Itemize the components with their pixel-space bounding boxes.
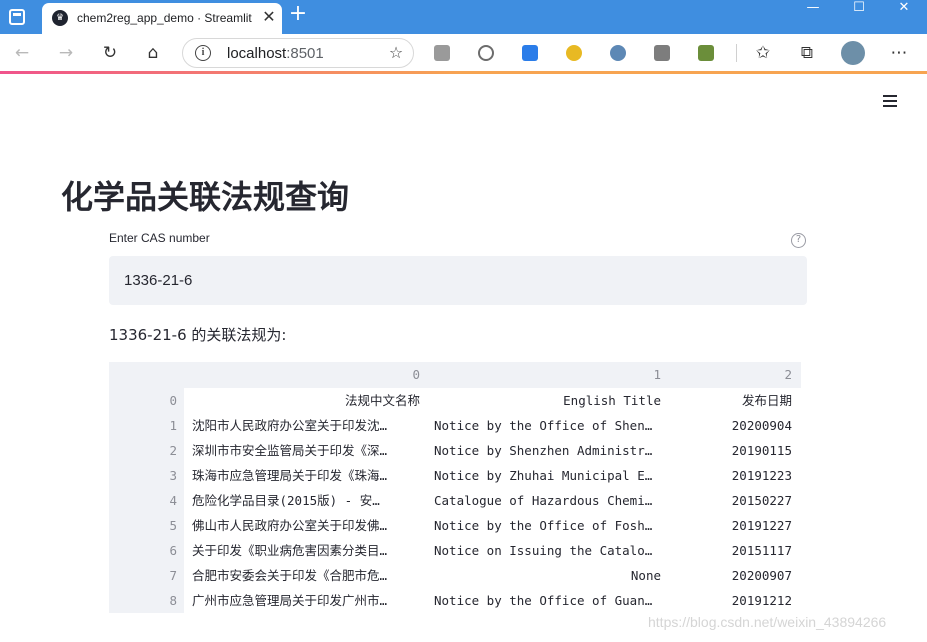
toolbar-separator — [736, 44, 737, 62]
minimize-button[interactable]: — — [790, 0, 836, 20]
table-cell[interactable]: Notice by Zhuhai Municipal E… — [434, 463, 661, 488]
table-cell[interactable]: 20191212 — [675, 588, 792, 613]
streamlit-crown-icon: ♛ — [52, 10, 68, 26]
more-options-icon[interactable]: ⋯ — [886, 40, 912, 66]
new-tab-icon[interactable]: + — [287, 3, 309, 26]
hamburger-menu-icon[interactable] — [881, 92, 901, 110]
browser-tab[interactable]: ♛ chem2reg_app_demo · Streamlit ✕ — [42, 3, 282, 34]
address-url[interactable]: localhost:8501 — [227, 45, 324, 62]
favorites-icon[interactable]: ✩ — [750, 40, 776, 66]
row-index: 7 — [169, 568, 177, 583]
row-index: 3 — [169, 468, 177, 483]
yellow-extension-icon[interactable] — [566, 45, 582, 61]
cas-input-label: Enter CAS number — [109, 231, 210, 245]
reload-icon[interactable]: ↻ — [97, 40, 123, 66]
table-cell[interactable]: 合肥市安委会关于印发《合肥市危… — [192, 563, 420, 588]
row-index: 4 — [169, 493, 177, 508]
results-dataframe[interactable]: 0 1 2 0 法规中文名称 English Title 发布日期 1 沈阳市人… — [109, 362, 801, 613]
table-cell[interactable]: 法规中文名称 — [192, 388, 420, 413]
browser-toolbar: ← → ↻ ⌂ i localhost:8501 ☆ ✩ ⧉ ⋯ — [0, 34, 927, 72]
column-header[interactable]: 0 — [184, 362, 420, 387]
table-cell[interactable]: 20150227 — [675, 488, 792, 513]
watermark: https://blog.csdn.net/weixin_43894266 — [648, 614, 887, 630]
table-cell[interactable]: 关于印发《职业病危害因素分类目… — [192, 538, 420, 563]
forward-arrow-icon[interactable]: → — [53, 40, 79, 66]
row-index: 2 — [169, 443, 177, 458]
books-extension-icon[interactable] — [698, 45, 714, 61]
table-cell[interactable]: 20200907 — [675, 563, 792, 588]
home-icon[interactable]: ⌂ — [140, 40, 166, 66]
close-window-button[interactable]: ✕ — [881, 0, 927, 20]
table-cell[interactable]: 20190115 — [675, 438, 792, 463]
help-icon[interactable]: ? — [791, 233, 806, 248]
table-cell[interactable]: 发布日期 — [675, 388, 792, 413]
row-index: 6 — [169, 543, 177, 558]
collections-icon[interactable]: ⧉ — [794, 40, 820, 66]
table-cell[interactable]: 珠海市应急管理局关于印发《珠海… — [192, 463, 420, 488]
row-index: 8 — [169, 593, 177, 608]
row-index: 5 — [169, 518, 177, 533]
add-favorite-icon[interactable]: ☆ — [385, 42, 407, 64]
table-cell[interactable]: 危险化学品目录(2015版) - 安… — [192, 488, 420, 513]
collections-extension-icon[interactable] — [654, 45, 670, 61]
page-title: 化学品关联法规查询 — [61, 178, 350, 216]
row-index: 0 — [169, 393, 177, 408]
column-header[interactable]: 2 — [667, 362, 792, 387]
table-cell[interactable]: 佛山市人民政府办公室关于印发佛… — [192, 513, 420, 538]
blue-extension-icon[interactable] — [522, 45, 538, 61]
table-cell[interactable]: 深圳市市安全监管局关于印发《深… — [192, 438, 420, 463]
table-cell[interactable]: Notice on Issuing the Catalo… — [434, 538, 661, 563]
table-cell[interactable]: Notice by the Office of Guan… — [434, 588, 661, 613]
table-cell[interactable]: 20191227 — [675, 513, 792, 538]
result-text: 1336-21-6 的关联法规为: — [109, 326, 287, 344]
table-cell[interactable]: Notice by the Office of Fosh… — [434, 513, 661, 538]
row-index: 1 — [169, 418, 177, 433]
cas-number-input[interactable] — [109, 256, 807, 305]
maximize-button[interactable]: ☐ — [836, 0, 882, 20]
office-extension-icon[interactable] — [434, 45, 450, 61]
table-cell[interactable]: None — [434, 563, 661, 588]
site-info-icon[interactable]: i — [195, 45, 211, 61]
table-cell[interactable]: Catalogue of Hazardous Chemi… — [434, 488, 661, 513]
table-cell[interactable]: English Title — [434, 388, 661, 413]
search-lens-extension-icon[interactable] — [610, 45, 626, 61]
close-tab-icon[interactable]: ✕ — [260, 8, 278, 26]
column-header[interactable]: 1 — [426, 362, 661, 387]
table-cell[interactable]: 沈阳市人民政府办公室关于印发沈… — [192, 413, 420, 438]
tab-title: chem2reg_app_demo · Streamlit — [77, 11, 252, 25]
table-cell[interactable]: 20151117 — [675, 538, 792, 563]
table-cell[interactable]: Notice by Shenzhen Administr… — [434, 438, 661, 463]
table-cell[interactable]: 20200904 — [675, 413, 792, 438]
page-loading-bar — [0, 71, 927, 74]
history-extension-icon[interactable] — [478, 45, 494, 61]
table-cell[interactable]: 广州市应急管理局关于印发广州市… — [192, 588, 420, 613]
window-menu-icon[interactable] — [9, 9, 25, 25]
table-cell[interactable]: 20191223 — [675, 463, 792, 488]
address-bar[interactable]: i localhost:8501 ☆ — [182, 38, 414, 68]
title-bar: ♛ chem2reg_app_demo · Streamlit ✕ + — ☐ … — [0, 0, 927, 34]
profile-avatar[interactable] — [841, 41, 865, 65]
table-cell[interactable]: Notice by the Office of Shen… — [434, 413, 661, 438]
back-arrow-icon[interactable]: ← — [9, 40, 35, 66]
